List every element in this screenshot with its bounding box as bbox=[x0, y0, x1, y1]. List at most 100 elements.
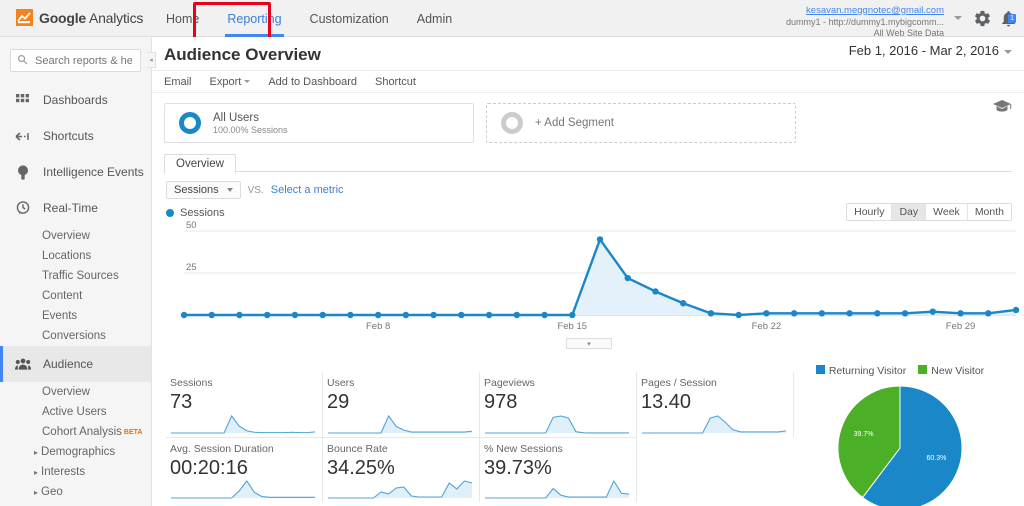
analytics-logo-icon bbox=[16, 9, 33, 26]
export-button[interactable]: Export bbox=[210, 76, 251, 88]
date-range-value: Feb 1, 2016 - Mar 2, 2016 bbox=[848, 43, 999, 58]
sidebar-item-audience[interactable]: Audience bbox=[0, 346, 151, 382]
search-reports-box[interactable] bbox=[10, 49, 141, 72]
sessions-chart-svg: 25 50 Feb 8 Feb 15 Feb 22 Feb 29 bbox=[180, 220, 1020, 332]
legend-label-sessions: Sessions bbox=[180, 207, 225, 219]
shortcut-button[interactable]: Shortcut bbox=[375, 76, 416, 88]
sidebar-subitem-rt-content[interactable]: Content bbox=[0, 286, 151, 306]
kpi-users[interactable]: Users 29 bbox=[323, 372, 480, 437]
granularity-month[interactable]: Month bbox=[968, 204, 1011, 220]
nav-reporting[interactable]: Reporting bbox=[213, 0, 295, 37]
granularity-week[interactable]: Week bbox=[926, 204, 968, 220]
pie-legend: Returning Visitor New Visitor bbox=[784, 365, 1016, 377]
sidebar-subitem-aud-interests[interactable]: ▸ Interests bbox=[0, 462, 151, 482]
kpi-sparkline-percent-new-sessions bbox=[485, 479, 630, 499]
kpi-label-avg-session-duration: Avg. Session Duration bbox=[170, 443, 274, 455]
account-email: kesavan.meggnotec@gmail.com bbox=[806, 5, 944, 16]
kpi-sparkline-pageviews bbox=[485, 415, 630, 434]
sessions-timeline-chart[interactable]: 25 50 Feb 8 Feb 15 Feb 22 Feb 29 ▾ bbox=[166, 220, 1020, 349]
gear-icon[interactable] bbox=[973, 9, 992, 28]
granularity-day[interactable]: Day bbox=[892, 204, 927, 220]
chevron-down-icon[interactable] bbox=[954, 16, 962, 20]
sidebar-subitem-aud-geo[interactable]: ▸ Geo bbox=[0, 482, 151, 502]
date-range-picker[interactable]: Feb 1, 2016 - Mar 2, 2016 bbox=[849, 43, 1012, 58]
sidebar-item-real-time[interactable]: Real-Time bbox=[0, 190, 151, 226]
people-icon bbox=[14, 358, 31, 370]
svg-text:Feb 29: Feb 29 bbox=[946, 321, 976, 332]
metric-selector[interactable]: Sessions bbox=[166, 181, 241, 199]
kpi-label-percent-new-sessions: % New Sessions bbox=[484, 443, 563, 455]
kpi-value-users: 29 bbox=[327, 391, 350, 413]
sidebar-subitem-aud-cohort-analysis[interactable]: Cohort Analysis BETA bbox=[0, 422, 151, 442]
metric-controls: Sessions VS. Select a metric bbox=[152, 172, 1024, 199]
sidebar-subitem-aud-active-users[interactable]: Active Users bbox=[0, 402, 151, 422]
page-title: Audience Overview bbox=[164, 45, 321, 64]
visitor-type-pie-panel: Returning Visitor New Visitor 60.3% 39.7%… bbox=[784, 365, 1016, 506]
sidebar-subitem-rt-traffic-sources[interactable]: Traffic Sources bbox=[0, 266, 151, 286]
segment-subtitle: 100.00% Sessions bbox=[213, 125, 288, 136]
chevron-right-icon: ▸ bbox=[34, 487, 39, 497]
sidebar-item-dashboards[interactable]: Dashboards bbox=[0, 82, 151, 118]
svg-text:25: 25 bbox=[186, 262, 197, 273]
google-analytics-logo[interactable]: Google Analytics bbox=[16, 9, 143, 26]
chevron-right-icon: ▸ bbox=[34, 447, 39, 457]
kpi-value-sessions: 73 bbox=[170, 391, 193, 413]
select-a-metric-link[interactable]: Select a metric bbox=[271, 184, 344, 196]
sidebar-subitem-aud-behavior[interactable]: ▸Behavior bbox=[0, 502, 151, 506]
sidebar-label-dashboards: Dashboards bbox=[43, 93, 108, 107]
grid-icon bbox=[14, 93, 31, 107]
search-input[interactable] bbox=[33, 53, 134, 68]
sidebar-item-intelligence-events[interactable]: Intelligence Events bbox=[0, 154, 151, 190]
tab-overview[interactable]: Overview bbox=[164, 154, 236, 174]
kpi-sparkline-users bbox=[328, 414, 473, 434]
kpi-sparkline-pages-per-session bbox=[642, 415, 787, 434]
granularity-toggle: Hourly Day Week Month bbox=[846, 203, 1012, 221]
segment-row: All Users 100.00% Sessions + Add Segment bbox=[152, 93, 1024, 143]
nav-home[interactable]: Home bbox=[152, 0, 213, 37]
sidebar-subitem-rt-conversions[interactable]: Conversions bbox=[0, 326, 151, 346]
kpi-bounce-rate[interactable]: Bounce Rate 34.25% bbox=[323, 437, 480, 502]
kpi-value-percent-new-sessions: 39.73% bbox=[484, 457, 552, 479]
svg-text:Feb 22: Feb 22 bbox=[752, 321, 782, 332]
account-selector[interactable]: kesavan.meggnotec@gmail.com dummy1 - htt… bbox=[786, 5, 944, 39]
kpi-sparkline-sessions bbox=[171, 414, 316, 434]
sidebar-subitem-aud-demographics[interactable]: ▸ Demographics bbox=[0, 442, 151, 462]
sidebar-item-shortcuts[interactable]: Shortcuts bbox=[0, 118, 151, 154]
add-segment-label: + Add Segment bbox=[535, 117, 614, 129]
graduation-cap-icon[interactable] bbox=[992, 99, 1012, 117]
pie-legend-returning: Returning Visitor bbox=[815, 365, 906, 377]
visitor-type-pie-chart[interactable]: 60.3% 39.7% bbox=[784, 377, 1016, 506]
svg-text:Feb 15: Feb 15 bbox=[557, 321, 587, 332]
granularity-hourly[interactable]: Hourly bbox=[847, 204, 893, 220]
kpi-label-pages-per-session: Pages / Session bbox=[641, 377, 717, 389]
sidebar-subitem-rt-events[interactable]: Events bbox=[0, 306, 151, 326]
kpi-label-users: Users bbox=[327, 377, 355, 389]
segment-all-users[interactable]: All Users 100.00% Sessions bbox=[164, 103, 474, 143]
email-button[interactable]: Email bbox=[164, 76, 192, 88]
nav-customization[interactable]: Customization bbox=[296, 0, 403, 37]
kpi-pageviews[interactable]: Pageviews 978 bbox=[480, 372, 637, 437]
svg-text:50: 50 bbox=[186, 221, 197, 231]
chart-zoom-handle[interactable]: ▾ bbox=[566, 338, 612, 349]
sidebar-subitem-rt-locations[interactable]: Locations bbox=[0, 246, 151, 266]
add-to-dashboard-button[interactable]: Add to Dashboard bbox=[268, 76, 357, 88]
logo-text: Google Analytics bbox=[39, 10, 143, 26]
kpi-pages-per-session[interactable]: Pages / Session 13.40 bbox=[637, 372, 794, 437]
kpi-value-bounce-rate: 34.25% bbox=[327, 457, 395, 479]
sidebar-subitem-aud-overview[interactable]: Overview bbox=[0, 382, 151, 402]
kpi-avg-session-duration[interactable]: Avg. Session Duration 00:20:16 bbox=[166, 437, 323, 502]
sidebar-collapse-toggle[interactable]: ◂ bbox=[147, 52, 156, 68]
arrow-left-dashed-icon bbox=[14, 131, 31, 142]
pie-legend-new: New Visitor bbox=[918, 365, 984, 377]
nav-admin[interactable]: Admin bbox=[403, 0, 466, 37]
pie-legend-label-new: New Visitor bbox=[931, 365, 985, 377]
kpi-sessions[interactable]: Sessions 73 bbox=[166, 372, 323, 437]
sidebar-subitem-rt-overview[interactable]: Overview bbox=[0, 226, 151, 246]
add-segment-button[interactable]: + Add Segment bbox=[486, 103, 796, 143]
beta-badge: BETA bbox=[123, 428, 143, 436]
kpi-percent-new-sessions[interactable]: % New Sessions 39.73% bbox=[480, 437, 637, 502]
bell-icon[interactable]: 1 bbox=[999, 9, 1018, 28]
chevron-right-icon: ▸ bbox=[34, 467, 39, 477]
sidebar-label-geo: Geo bbox=[41, 486, 63, 498]
sidebar-label-real-time: Real-Time bbox=[43, 201, 98, 215]
